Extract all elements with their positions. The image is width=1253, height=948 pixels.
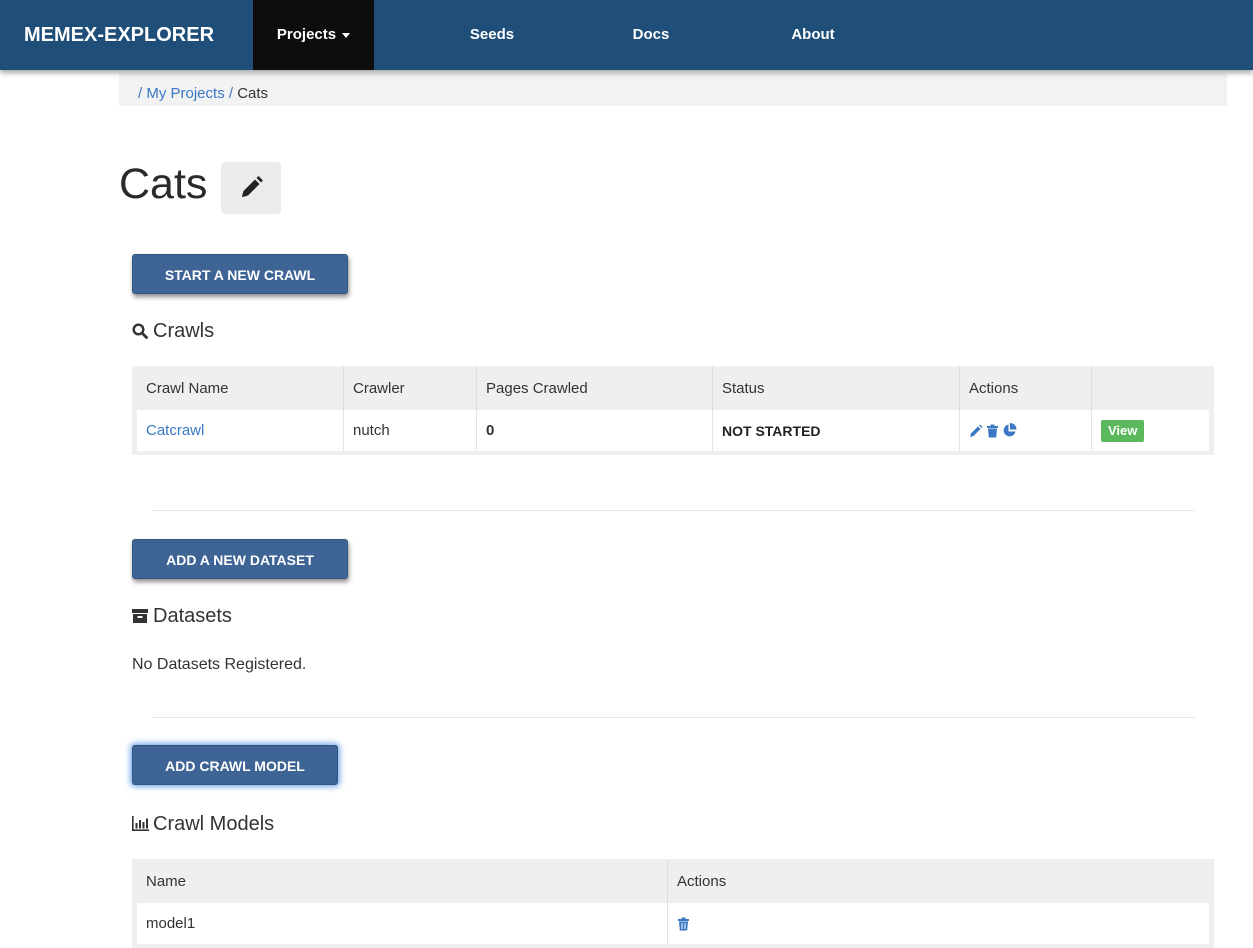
nav-projects-dropdown[interactable]: Projects	[253, 0, 374, 70]
pie-chart-icon[interactable]	[1002, 423, 1017, 438]
breadcrumb-separator: /	[228, 85, 234, 102]
crawls-heading-text: Crawls	[153, 320, 215, 342]
breadcrumb-my-projects-link[interactable]: My Projects	[146, 85, 224, 102]
section-divider	[153, 717, 1195, 718]
nav-seeds-link[interactable]: Seeds	[450, 0, 534, 70]
model-actions-cell	[668, 903, 1209, 944]
nav-about-link[interactable]: About	[775, 0, 851, 70]
actions-cell	[960, 410, 1092, 451]
trash-icon[interactable]	[677, 917, 690, 931]
crawls-table: Crawl Name Crawler Pages Crawled Status …	[132, 366, 1214, 455]
column-header: Actions	[960, 366, 1092, 410]
column-header: Crawler	[344, 366, 477, 410]
column-header: Name	[137, 859, 668, 903]
crawl-models-heading-text: Crawl Models	[153, 813, 275, 835]
trash-icon[interactable]	[986, 424, 999, 438]
pencil-icon	[242, 176, 263, 197]
crawler-cell: nutch	[344, 410, 477, 451]
add-crawl-model-button[interactable]: ADD CRAWL MODEL	[132, 745, 338, 785]
crawl-models-table: Name Actions model1	[132, 859, 1214, 948]
start-new-crawl-button[interactable]: START A NEW CRAWL	[132, 254, 348, 294]
caret-down-icon	[342, 32, 351, 38]
section-divider	[153, 510, 1195, 511]
search-icon	[132, 323, 148, 339]
top-navbar: MEMEX-EXPLORER Projects Seeds Docs About	[0, 0, 1253, 70]
bar-chart-icon	[132, 816, 149, 831]
empty-datasets-message: No Datasets Registered.	[132, 656, 307, 673]
column-header	[1092, 366, 1209, 410]
datasets-heading-text: Datasets	[153, 605, 232, 627]
column-header: Pages Crawled	[477, 366, 713, 410]
column-header: Status	[713, 366, 960, 410]
status-cell: NOT STARTED	[713, 410, 960, 451]
view-crawl-button[interactable]: View	[1101, 419, 1145, 442]
crawl-status: NOT STARTED	[722, 422, 821, 439]
brand-logo[interactable]: MEMEX-EXPLORER	[24, 0, 214, 70]
nav-projects-label: Projects	[276, 26, 337, 43]
page-title: Cats	[119, 160, 208, 208]
table-header-row: Name Actions	[137, 859, 1209, 903]
table-row: Catcrawl nutch 0 NOT STARTED View	[137, 410, 1209, 451]
column-header: Crawl Name	[137, 366, 344, 410]
view-cell: View	[1092, 410, 1209, 451]
crawl-name-cell: Catcrawl	[137, 410, 344, 451]
archive-icon	[132, 609, 148, 623]
table-header-row: Crawl Name Crawler Pages Crawled Status …	[137, 366, 1209, 410]
pencil-icon[interactable]	[969, 424, 983, 438]
crawl-name-link[interactable]: Catcrawl	[146, 422, 204, 439]
nav-docs-link[interactable]: Docs	[615, 0, 687, 70]
breadcrumb-current: Cats	[237, 85, 269, 102]
table-row: model1	[137, 903, 1209, 944]
breadcrumb: / My Projects / Cats	[119, 73, 1227, 106]
pages-crawled-cell: 0	[477, 410, 713, 451]
add-new-dataset-button[interactable]: ADD A NEW DATASET	[132, 539, 348, 579]
model-name-cell: model1	[137, 903, 668, 944]
breadcrumb-separator: /	[138, 85, 143, 102]
column-header: Actions	[677, 872, 727, 890]
edit-project-button[interactable]	[221, 162, 281, 214]
